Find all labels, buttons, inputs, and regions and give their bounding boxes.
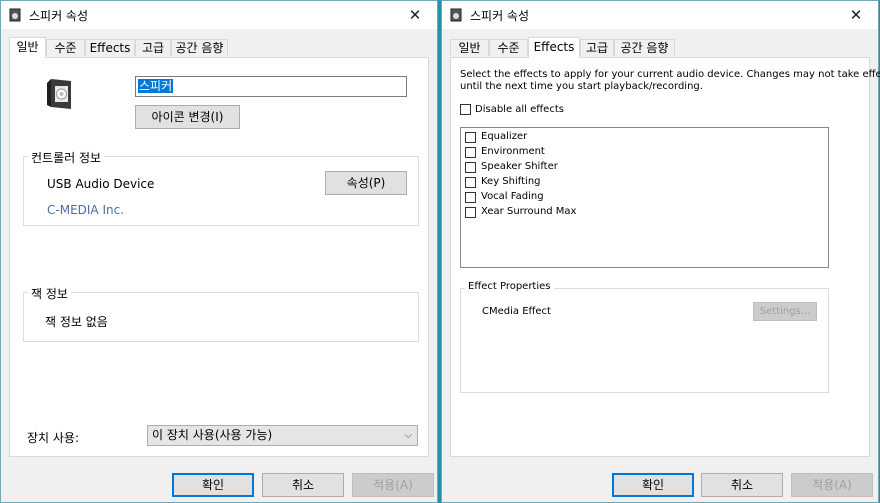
disable-all-effects-checkbox[interactable] bbox=[460, 104, 471, 115]
effects-description-line-2: until the next time you start playback/r… bbox=[460, 81, 703, 92]
speaker-icon bbox=[450, 8, 462, 22]
ok-button[interactable]: 확인 bbox=[172, 473, 254, 497]
speaker-properties-dialog-effects: 스피커 속성 ✕ 일반 수준 Effects 고급 공간 음향 Select t… bbox=[441, 0, 880, 503]
jack-info-value: 잭 정보 없음 bbox=[45, 315, 108, 329]
effect-label: Environment bbox=[481, 146, 545, 157]
effects-description-line-1: Select the effects to apply for your cur… bbox=[460, 69, 880, 80]
effect-checkbox[interactable] bbox=[465, 177, 476, 188]
effect-checkbox[interactable] bbox=[465, 162, 476, 173]
device-usage-label: 장치 사용: bbox=[27, 431, 80, 445]
tab-effects[interactable]: Effects bbox=[85, 39, 135, 56]
tab-advanced[interactable]: 고급 bbox=[135, 39, 171, 56]
effect-label: Key Shifting bbox=[481, 176, 541, 187]
close-button[interactable]: ✕ bbox=[834, 1, 878, 29]
tab-general[interactable]: 일반 bbox=[9, 37, 46, 58]
cancel-button[interactable]: 취소 bbox=[701, 473, 783, 497]
effect-checkbox[interactable] bbox=[465, 132, 476, 143]
controller-vendor: C-MEDIA Inc. bbox=[47, 203, 125, 217]
device-name-input[interactable]: 스피커 bbox=[135, 76, 407, 97]
effects-list[interactable]: Equalizer Environment Speaker Shifter Ke… bbox=[460, 127, 829, 268]
tab-general[interactable]: 일반 bbox=[450, 39, 489, 56]
tab-spatial-sound[interactable]: 공간 음향 bbox=[614, 39, 675, 56]
controller-properties-button[interactable]: 속성(P) bbox=[325, 171, 407, 195]
effect-checkbox[interactable] bbox=[465, 147, 476, 158]
disable-all-effects-label: Disable all effects bbox=[475, 104, 564, 115]
change-icon-button[interactable]: 아이콘 변경(I) bbox=[135, 105, 240, 129]
apply-button[interactable]: 적용(A) bbox=[352, 473, 434, 497]
tab-advanced[interactable]: 고급 bbox=[580, 39, 614, 56]
title-bar: 스피커 속성 ✕ bbox=[442, 1, 878, 29]
effect-label: Speaker Shifter bbox=[481, 161, 558, 172]
apply-button[interactable]: 적용(A) bbox=[791, 473, 873, 497]
ok-button[interactable]: 확인 bbox=[612, 473, 694, 497]
window-title: 스피커 속성 bbox=[29, 9, 89, 23]
jack-info-label: 잭 정보 bbox=[28, 285, 71, 302]
effect-properties-label: Effect Properties bbox=[465, 281, 554, 292]
close-button[interactable]: ✕ bbox=[393, 1, 437, 29]
tab-spatial-sound[interactable]: 공간 음향 bbox=[171, 39, 228, 56]
speaker-device-icon bbox=[47, 79, 71, 109]
title-bar: 스피커 속성 ✕ bbox=[1, 1, 437, 29]
chevron-down-icon: ⌵ bbox=[404, 430, 412, 441]
effect-properties-name: CMedia Effect bbox=[482, 306, 551, 317]
settings-button[interactable]: Settings... bbox=[753, 302, 817, 321]
effect-checkbox[interactable] bbox=[465, 207, 476, 218]
effect-label: Vocal Fading bbox=[481, 191, 544, 202]
tab-levels[interactable]: 수준 bbox=[489, 39, 528, 56]
controller-device-name: USB Audio Device bbox=[47, 177, 155, 191]
effect-label: Equalizer bbox=[481, 131, 528, 142]
speaker-icon bbox=[9, 8, 21, 22]
effect-checkbox[interactable] bbox=[465, 192, 476, 203]
device-usage-select[interactable]: 이 장치 사용(사용 가능) ⌵ bbox=[147, 425, 418, 446]
tab-levels[interactable]: 수준 bbox=[46, 39, 85, 56]
window-title: 스피커 속성 bbox=[470, 9, 530, 23]
speaker-properties-dialog-general: 스피커 속성 ✕ 일반 수준 Effects 고급 공간 음향 스피커 아이콘 … bbox=[0, 0, 438, 503]
controller-info-label: 컨트롤러 정보 bbox=[28, 149, 105, 166]
effect-label: Xear Surround Max bbox=[481, 206, 577, 217]
device-usage-selected: 이 장치 사용(사용 가능) bbox=[152, 428, 273, 442]
device-name-value: 스피커 bbox=[138, 79, 174, 93]
cancel-button[interactable]: 취소 bbox=[262, 473, 344, 497]
tab-effects[interactable]: Effects bbox=[528, 37, 580, 58]
